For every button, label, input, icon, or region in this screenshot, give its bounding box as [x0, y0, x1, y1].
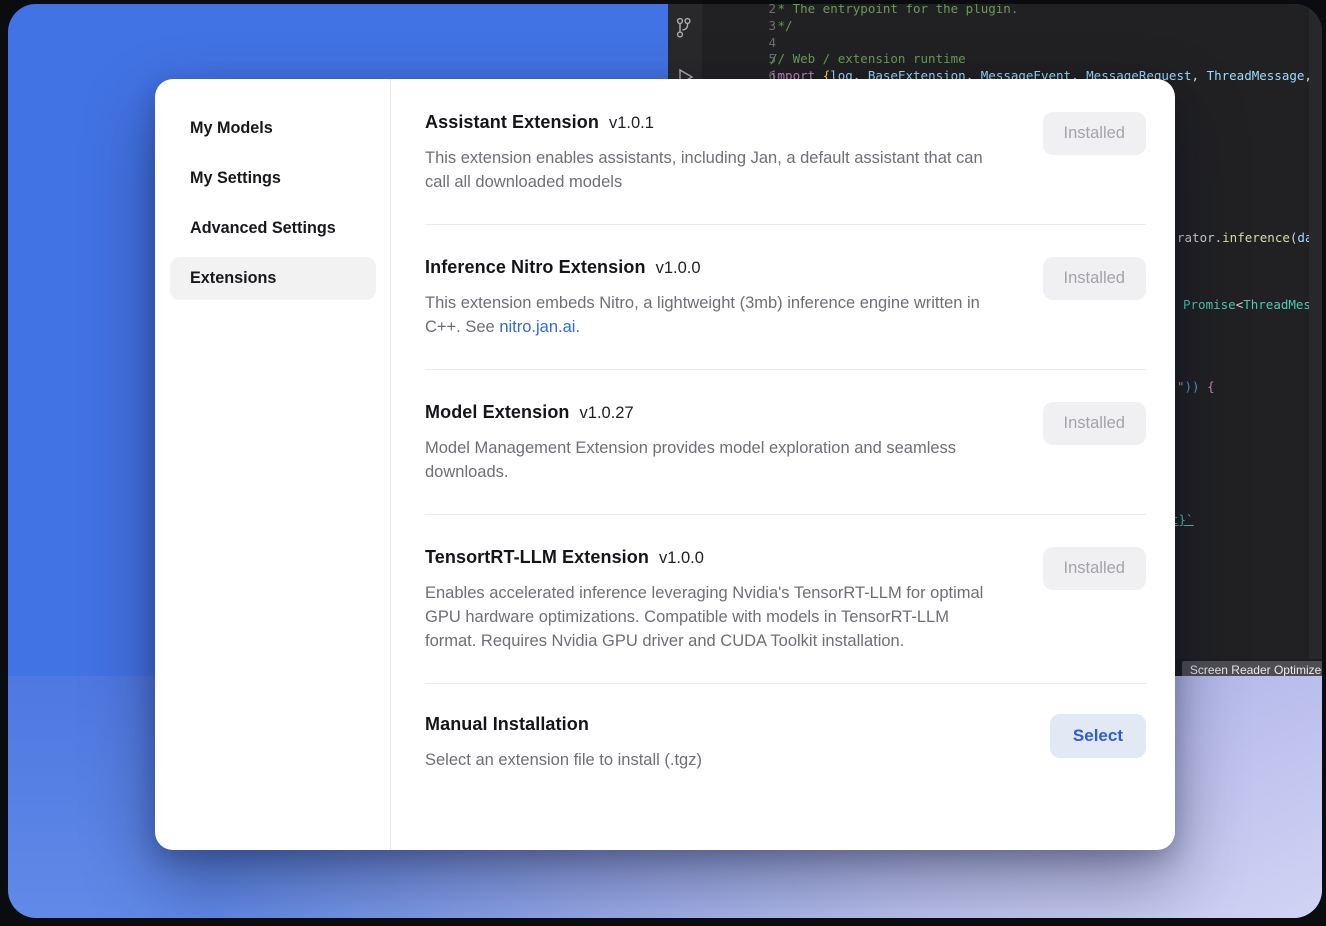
extension-description: This extension enables assistants, inclu…	[425, 146, 993, 194]
extensions-panel: Assistant Extension v1.0.1 This extensio…	[391, 79, 1175, 850]
extension-row-tensorrt-llm: TensortRT-LLM Extension v1.0.0 Enables a…	[425, 515, 1146, 684]
select-file-button[interactable]: Select	[1050, 714, 1146, 758]
line-number: 2	[702, 4, 776, 18]
extension-row-inference-nitro: Inference Nitro Extension v1.0.0 This ex…	[425, 225, 1146, 370]
extension-name: Assistant Extension	[425, 112, 599, 133]
sidebar-item-my-models[interactable]: My Models	[170, 107, 376, 150]
manual-installation-row: Manual Installation Select an extension …	[425, 684, 1146, 772]
settings-modal: My Models My Settings Advanced Settings …	[155, 79, 1175, 850]
settings-sidebar: My Models My Settings Advanced Settings …	[155, 79, 391, 850]
installed-button[interactable]: Installed	[1043, 547, 1146, 590]
manual-installation-title: Manual Installation	[425, 714, 589, 735]
code-line: // Web / extension runtime	[770, 51, 1322, 68]
line-number: 3	[702, 18, 776, 35]
installed-button[interactable]: Installed	[1043, 112, 1146, 155]
line-number: 4	[702, 35, 776, 52]
extension-version: v1.0.1	[609, 114, 654, 133]
code-fragment: ")) {	[1177, 379, 1215, 395]
extension-name: TensortRT-LLM Extension	[425, 547, 649, 568]
editor-scrollbar[interactable]	[1309, 4, 1322, 659]
code-fragment: Promise<ThreadMessage>	[1183, 297, 1322, 313]
line-number-gutter: 23456	[702, 4, 776, 85]
screenshot-root: 23456 * The entrypoint for the plugin. *…	[0, 0, 1326, 926]
manual-installation-description: Select an extension file to install (.tg…	[425, 748, 702, 772]
extension-version: v1.0.0	[659, 549, 704, 568]
code-line: * The entrypoint for the plugin.	[770, 4, 1322, 18]
installed-button[interactable]: Installed	[1043, 257, 1146, 300]
code-text: * The entrypoint for the plugin. */ // We…	[770, 4, 1322, 85]
extension-name: Model Extension	[425, 402, 570, 423]
desktop-background: 23456 * The entrypoint for the plugin. *…	[8, 4, 1322, 918]
installed-button[interactable]: Installed	[1043, 402, 1146, 445]
code-line	[770, 35, 1322, 52]
source-control-icon[interactable]	[674, 16, 696, 40]
extension-description: Enables accelerated inference leveraging…	[425, 581, 993, 653]
extension-name: Inference Nitro Extension	[425, 257, 646, 278]
code-line: */	[770, 18, 1322, 35]
extension-version: v1.0.0	[656, 259, 701, 278]
nitro-jan-ai-link[interactable]: nitro.jan.ai.	[499, 318, 580, 336]
extension-row-assistant: Assistant Extension v1.0.1 This extensio…	[425, 79, 1146, 225]
extension-description: This extension embeds Nitro, a lightweig…	[425, 291, 993, 339]
extension-version: v1.0.27	[580, 404, 634, 423]
sidebar-item-extensions[interactable]: Extensions	[170, 257, 376, 300]
line-number: 5	[702, 51, 776, 68]
extension-row-model: Model Extension v1.0.27 Model Management…	[425, 370, 1146, 515]
sidebar-item-advanced-settings[interactable]: Advanced Settings	[170, 207, 376, 250]
code-fragment: rator.inference(data));	[1177, 230, 1322, 246]
sidebar-item-my-settings[interactable]: My Settings	[170, 157, 376, 200]
extension-description: Model Management Extension provides mode…	[425, 436, 993, 484]
